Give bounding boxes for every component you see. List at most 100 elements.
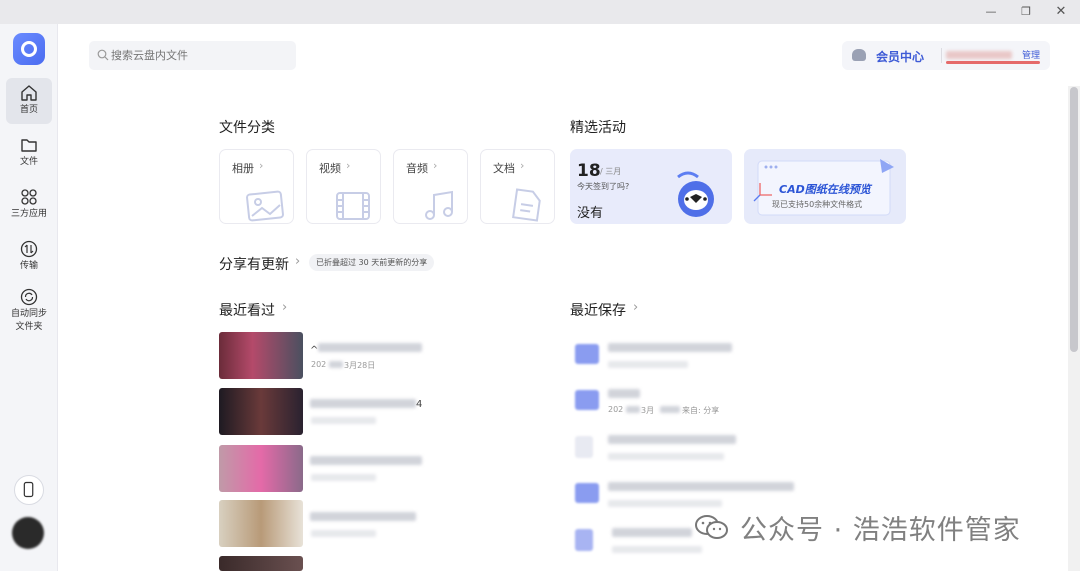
sidebar-item-sync-folder[interactable]: 自动同步 文件夹	[6, 282, 52, 340]
category-photos[interactable]: 相册 ›	[219, 149, 294, 224]
category-label: 文档	[493, 162, 515, 175]
sidebar-item-label: 自动同步	[10, 309, 47, 319]
cad-preview-card[interactable]: CAD图纸在线预览 现已支持50余种文件格式	[744, 149, 906, 224]
app-logo	[13, 33, 45, 65]
recent-viewed-date-blurred	[311, 530, 376, 537]
recent-viewed-date-prefix: 202	[311, 360, 327, 369]
music-icon	[425, 190, 453, 220]
sidebar-item-label: 首页	[19, 105, 38, 115]
member-center-label: 会员中心	[876, 50, 925, 64]
folder-icon	[21, 139, 37, 152]
recent-saved-meta-blurred	[626, 406, 640, 413]
recent-viewed-title-blurred	[310, 456, 422, 465]
recent-viewed-date-blurred	[311, 417, 376, 424]
vip-crown-icon	[852, 49, 866, 61]
category-label: 相册	[232, 162, 254, 175]
recent-saved-title[interactable]: 最近保存	[570, 300, 626, 320]
sidebar-item-files[interactable]: 文件	[6, 130, 52, 174]
file-categories-title: 文件分类	[219, 120, 275, 136]
category-audio[interactable]: 音频 ›	[393, 149, 468, 224]
divider	[941, 48, 942, 63]
folder-icon	[575, 483, 599, 503]
apps-grid-icon	[21, 189, 37, 205]
sidebar-item-transfer[interactable]: 传输	[6, 234, 52, 278]
search-box[interactable]	[89, 41, 296, 70]
chevron-right-icon: ›	[346, 159, 351, 172]
recent-viewed-thumbnail[interactable]	[219, 500, 303, 547]
sidebar-item-apps[interactable]: 三方应用	[6, 182, 52, 226]
recent-viewed-date-blurred	[329, 361, 343, 368]
sidebar-item-label-line2: 文件夹	[15, 322, 43, 332]
chevron-right-icon: ›	[259, 159, 264, 172]
recent-viewed-thumbnail[interactable]	[219, 556, 303, 571]
sidebar: 首页 文件 三方应用 传输 自动同步 文件夹	[0, 24, 58, 571]
recent-viewed-title-char: 4	[416, 399, 423, 410]
watermark-text: 公众号 · 浩浩软件管家	[740, 515, 1021, 546]
category-label: 音频	[406, 162, 428, 175]
category-videos[interactable]: 视频 ›	[306, 149, 381, 224]
recent-saved-meta-blurred	[612, 546, 702, 553]
recent-saved-name-blurred	[608, 435, 736, 444]
recent-saved-meta-blurred	[608, 500, 722, 507]
photo-icon	[246, 190, 284, 222]
document-icon	[512, 188, 541, 222]
search-icon	[97, 49, 109, 61]
sync-icon	[20, 288, 38, 306]
username-blurred	[946, 51, 1012, 59]
scrollbar-thumb[interactable]	[1070, 87, 1078, 352]
recent-viewed-title-blurred	[310, 512, 416, 521]
signin-card[interactable]: 18 / 三月 今天签到了吗? 没有	[570, 149, 732, 224]
sidebar-item-label: 三方应用	[10, 209, 47, 219]
member-center[interactable]: 会员中心 管理	[842, 41, 1050, 70]
file-icon	[575, 436, 593, 458]
chevron-right-icon: ›	[433, 159, 438, 172]
recent-saved-meta-prefix: 202	[608, 405, 624, 414]
recent-viewed-title-blurred	[310, 399, 416, 408]
signin-answer: 没有	[577, 206, 604, 221]
mobile-device-button[interactable]	[14, 475, 44, 505]
signin-question: 今天签到了吗?	[577, 182, 630, 191]
folder-icon	[575, 390, 599, 410]
restore-icon[interactable]: ❐	[1016, 3, 1036, 21]
chevron-right-icon[interactable]: ›	[282, 300, 287, 315]
recent-viewed-title[interactable]: 最近看过	[219, 300, 275, 320]
manage-link[interactable]: 管理	[1022, 48, 1040, 61]
home-icon	[21, 85, 37, 101]
share-updates-title[interactable]: 分享有更新	[219, 254, 289, 274]
phone-icon	[23, 481, 34, 498]
avatar[interactable]	[12, 517, 44, 549]
chevron-right-icon[interactable]: ›	[633, 300, 638, 315]
transfer-icon	[20, 240, 38, 258]
cad-card-subtitle: 现已支持50余种文件格式	[772, 200, 863, 209]
sidebar-item-home[interactable]: 首页	[6, 78, 52, 124]
recent-saved-meta-blurred	[608, 453, 724, 460]
member-level-bar	[946, 61, 1040, 64]
activities-title: 精选活动	[570, 120, 626, 136]
chevron-right-icon[interactable]: ›	[295, 254, 300, 269]
recent-saved-meta-blurred	[660, 406, 680, 413]
sidebar-item-label: 文件	[19, 157, 38, 167]
recent-viewed-thumbnail[interactable]	[219, 388, 303, 435]
file-icon	[575, 529, 593, 551]
search-input[interactable]	[111, 41, 291, 70]
recent-saved-name-blurred	[608, 482, 794, 491]
recent-saved-meta-blurred	[608, 361, 688, 368]
signin-month: / 三月	[600, 167, 622, 176]
cad-card-title: CAD图纸在线预览	[779, 183, 871, 196]
recent-saved-source: 来自: 分享	[682, 406, 720, 415]
minimize-icon[interactable]: —	[981, 3, 1001, 21]
category-documents[interactable]: 文档 ›	[480, 149, 555, 224]
mascot-icon	[677, 171, 714, 217]
folder-icon	[575, 344, 599, 364]
recent-saved-name-blurred	[608, 389, 640, 398]
recent-saved-name-blurred	[608, 343, 732, 352]
window-titlebar: — ❐ ✕	[0, 0, 1080, 24]
recent-saved-meta-mid: 3月	[641, 406, 655, 415]
share-collapsed-note: 已折叠超过 30 天前更新的分享	[309, 254, 435, 271]
chevron-right-icon: ›	[520, 159, 525, 172]
signin-day: 18	[577, 161, 601, 181]
recent-viewed-thumbnail[interactable]	[219, 445, 303, 492]
recent-viewed-thumbnail[interactable]	[219, 332, 303, 379]
recent-viewed-date-blurred	[311, 474, 376, 481]
close-icon[interactable]: ✕	[1051, 3, 1071, 21]
